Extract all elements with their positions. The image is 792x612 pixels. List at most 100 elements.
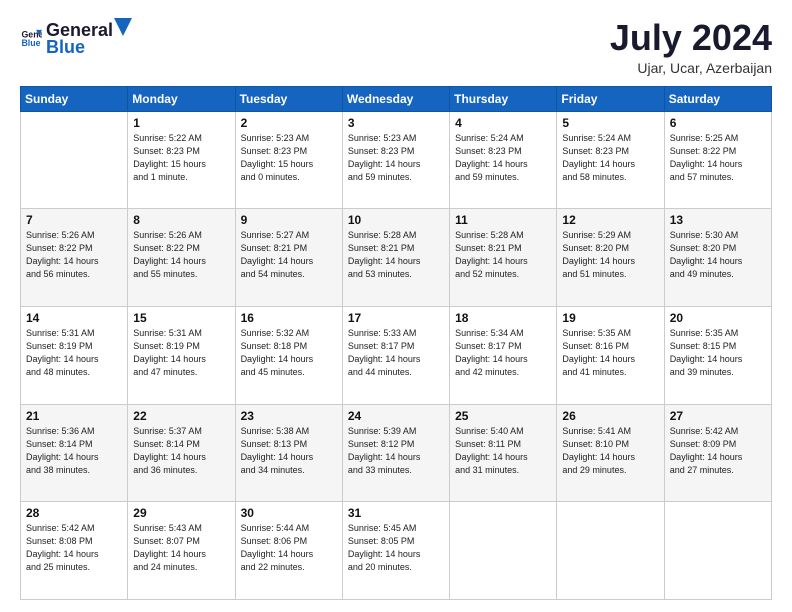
day-info: Sunrise: 5:26 AM Sunset: 8:22 PM Dayligh…: [26, 229, 122, 281]
calendar-cell: 20 Sunrise: 5:35 AM Sunset: 8:15 PM Dayli…: [664, 306, 771, 404]
calendar-cell: [557, 502, 664, 600]
day-info: Sunrise: 5:24 AM Sunset: 8:23 PM Dayligh…: [562, 132, 658, 184]
day-info: Sunrise: 5:35 AM Sunset: 8:16 PM Dayligh…: [562, 327, 658, 379]
day-info: Sunrise: 5:28 AM Sunset: 8:21 PM Dayligh…: [455, 229, 551, 281]
day-info: Sunrise: 5:27 AM Sunset: 8:21 PM Dayligh…: [241, 229, 337, 281]
calendar-cell: 17Sunrise: 5:33 AM Sunset: 8:17 PM Dayli…: [342, 306, 449, 404]
calendar-cell: 24Sunrise: 5:39 AM Sunset: 8:12 PM Dayli…: [342, 404, 449, 502]
calendar-header-monday: Monday: [128, 86, 235, 111]
day-number: 1: [133, 116, 229, 130]
calendar-cell: 6 Sunrise: 5:25 AM Sunset: 8:22 PM Daylig…: [664, 111, 771, 209]
calendar-header-tuesday: Tuesday: [235, 86, 342, 111]
day-info: Sunrise: 5:42 AM Sunset: 8:08 PM Dayligh…: [26, 522, 122, 574]
calendar-table: SundayMondayTuesdayWednesdayThursdayFrid…: [20, 86, 772, 600]
calendar-header-thursday: Thursday: [450, 86, 557, 111]
day-number: 30: [241, 506, 337, 520]
logo-arrow-icon: [114, 18, 132, 36]
calendar-cell: 15Sunrise: 5:31 AM Sunset: 8:19 PM Dayli…: [128, 306, 235, 404]
calendar-cell: 5 Sunrise: 5:24 AM Sunset: 8:23 PM Daylig…: [557, 111, 664, 209]
day-number: 18: [455, 311, 551, 325]
day-info: Sunrise: 5:24 AM Sunset: 8:23 PM Dayligh…: [455, 132, 551, 184]
calendar-week-row: 28 Sunrise: 5:42 AM Sunset: 8:08 PM Dayli…: [21, 502, 772, 600]
day-number: 17: [348, 311, 444, 325]
day-number: 9: [241, 213, 337, 227]
calendar-week-row: 21Sunrise: 5:36 AM Sunset: 8:14 PM Dayli…: [21, 404, 772, 502]
day-number: 22: [133, 409, 229, 423]
day-info: Sunrise: 5:43 AM Sunset: 8:07 PM Dayligh…: [133, 522, 229, 574]
logo-icon: General Blue: [20, 27, 42, 49]
day-info: Sunrise: 5:36 AM Sunset: 8:14 PM Dayligh…: [26, 425, 122, 477]
calendar-cell: 16Sunrise: 5:32 AM Sunset: 8:18 PM Dayli…: [235, 306, 342, 404]
day-info: Sunrise: 5:35 AM Sunset: 8:15 PM Dayligh…: [670, 327, 766, 379]
calendar-cell: 31 Sunrise: 5:45 AM Sunset: 8:05 PM Dayli…: [342, 502, 449, 600]
page: General Blue General Blue July 2024 Ujar…: [0, 0, 792, 612]
calendar-cell: 12 Sunrise: 5:29 AM Sunset: 8:20 PM Dayli…: [557, 209, 664, 307]
calendar-cell: 27 Sunrise: 5:42 AM Sunset: 8:09 PM Dayli…: [664, 404, 771, 502]
calendar-cell: 7Sunrise: 5:26 AM Sunset: 8:22 PM Daylig…: [21, 209, 128, 307]
calendar-cell: 26 Sunrise: 5:41 AM Sunset: 8:10 PM Dayli…: [557, 404, 664, 502]
calendar-cell: 28 Sunrise: 5:42 AM Sunset: 8:08 PM Dayli…: [21, 502, 128, 600]
calendar-cell: 1 Sunrise: 5:22 AM Sunset: 8:23 PM Daylig…: [128, 111, 235, 209]
calendar-cell: 25 Sunrise: 5:40 AM Sunset: 8:11 PM Dayli…: [450, 404, 557, 502]
title-block: July 2024 Ujar, Ucar, Azerbaijan: [610, 18, 772, 76]
day-info: Sunrise: 5:31 AM Sunset: 8:19 PM Dayligh…: [133, 327, 229, 379]
calendar-cell: 18 Sunrise: 5:34 AM Sunset: 8:17 PM Dayli…: [450, 306, 557, 404]
day-info: Sunrise: 5:39 AM Sunset: 8:12 PM Dayligh…: [348, 425, 444, 477]
calendar-header-wednesday: Wednesday: [342, 86, 449, 111]
calendar-cell: 21Sunrise: 5:36 AM Sunset: 8:14 PM Dayli…: [21, 404, 128, 502]
day-info: Sunrise: 5:22 AM Sunset: 8:23 PM Dayligh…: [133, 132, 229, 184]
day-number: 25: [455, 409, 551, 423]
day-number: 31: [348, 506, 444, 520]
day-info: Sunrise: 5:40 AM Sunset: 8:11 PM Dayligh…: [455, 425, 551, 477]
day-number: 12: [562, 213, 658, 227]
calendar-cell: 30 Sunrise: 5:44 AM Sunset: 8:06 PM Dayli…: [235, 502, 342, 600]
calendar-cell: 23Sunrise: 5:38 AM Sunset: 8:13 PM Dayli…: [235, 404, 342, 502]
day-info: Sunrise: 5:41 AM Sunset: 8:10 PM Dayligh…: [562, 425, 658, 477]
calendar-header-row: SundayMondayTuesdayWednesdayThursdayFrid…: [21, 86, 772, 111]
day-info: Sunrise: 5:45 AM Sunset: 8:05 PM Dayligh…: [348, 522, 444, 574]
calendar-header-saturday: Saturday: [664, 86, 771, 111]
day-number: 6: [670, 116, 766, 130]
calendar-header-sunday: Sunday: [21, 86, 128, 111]
day-number: 19: [562, 311, 658, 325]
calendar-cell: 10Sunrise: 5:28 AM Sunset: 8:21 PM Dayli…: [342, 209, 449, 307]
day-info: Sunrise: 5:32 AM Sunset: 8:18 PM Dayligh…: [241, 327, 337, 379]
day-info: Sunrise: 5:23 AM Sunset: 8:23 PM Dayligh…: [348, 132, 444, 184]
day-number: 20: [670, 311, 766, 325]
day-number: 10: [348, 213, 444, 227]
day-info: Sunrise: 5:38 AM Sunset: 8:13 PM Dayligh…: [241, 425, 337, 477]
calendar-cell: 4 Sunrise: 5:24 AM Sunset: 8:23 PM Daylig…: [450, 111, 557, 209]
calendar-cell: 9 Sunrise: 5:27 AM Sunset: 8:21 PM Daylig…: [235, 209, 342, 307]
logo: General Blue General Blue: [20, 18, 132, 58]
day-number: 3: [348, 116, 444, 130]
calendar-cell: 22 Sunrise: 5:37 AM Sunset: 8:14 PM Dayli…: [128, 404, 235, 502]
calendar-cell: 14Sunrise: 5:31 AM Sunset: 8:19 PM Dayli…: [21, 306, 128, 404]
day-number: 28: [26, 506, 122, 520]
day-number: 29: [133, 506, 229, 520]
day-number: 13: [670, 213, 766, 227]
day-number: 5: [562, 116, 658, 130]
subtitle: Ujar, Ucar, Azerbaijan: [610, 60, 772, 76]
day-info: Sunrise: 5:26 AM Sunset: 8:22 PM Dayligh…: [133, 229, 229, 281]
day-info: Sunrise: 5:37 AM Sunset: 8:14 PM Dayligh…: [133, 425, 229, 477]
day-info: Sunrise: 5:44 AM Sunset: 8:06 PM Dayligh…: [241, 522, 337, 574]
day-number: 27: [670, 409, 766, 423]
header: General Blue General Blue July 2024 Ujar…: [20, 18, 772, 76]
day-info: Sunrise: 5:34 AM Sunset: 8:17 PM Dayligh…: [455, 327, 551, 379]
calendar-cell: 3 Sunrise: 5:23 AM Sunset: 8:23 PM Daylig…: [342, 111, 449, 209]
day-number: 8: [133, 213, 229, 227]
main-title: July 2024: [610, 18, 772, 58]
calendar-header-friday: Friday: [557, 86, 664, 111]
day-info: Sunrise: 5:29 AM Sunset: 8:20 PM Dayligh…: [562, 229, 658, 281]
calendar-week-row: 7Sunrise: 5:26 AM Sunset: 8:22 PM Daylig…: [21, 209, 772, 307]
day-number: 14: [26, 311, 122, 325]
calendar-cell: 29 Sunrise: 5:43 AM Sunset: 8:07 PM Dayli…: [128, 502, 235, 600]
calendar-cell: [450, 502, 557, 600]
svg-text:Blue: Blue: [21, 38, 40, 48]
calendar-cell: 13Sunrise: 5:30 AM Sunset: 8:20 PM Dayli…: [664, 209, 771, 307]
day-info: Sunrise: 5:42 AM Sunset: 8:09 PM Dayligh…: [670, 425, 766, 477]
day-number: 4: [455, 116, 551, 130]
day-info: Sunrise: 5:25 AM Sunset: 8:22 PM Dayligh…: [670, 132, 766, 184]
day-number: 26: [562, 409, 658, 423]
calendar-cell: [664, 502, 771, 600]
